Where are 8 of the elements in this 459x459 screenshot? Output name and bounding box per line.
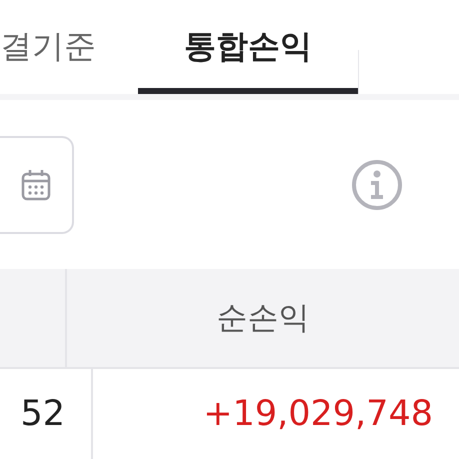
calendar-icon bbox=[20, 168, 50, 201]
table-cell: 52 bbox=[20, 394, 65, 434]
info-icon[interactable] bbox=[351, 158, 403, 211]
tab[interactable]: 결기준 bbox=[0, 0, 138, 94]
column-header: 순손익 bbox=[216, 298, 310, 338]
calendar-button[interactable] bbox=[0, 136, 74, 234]
net-profit-value: +19,029,748 bbox=[203, 394, 433, 434]
tab[interactable]: 통합손익 bbox=[138, 0, 358, 94]
